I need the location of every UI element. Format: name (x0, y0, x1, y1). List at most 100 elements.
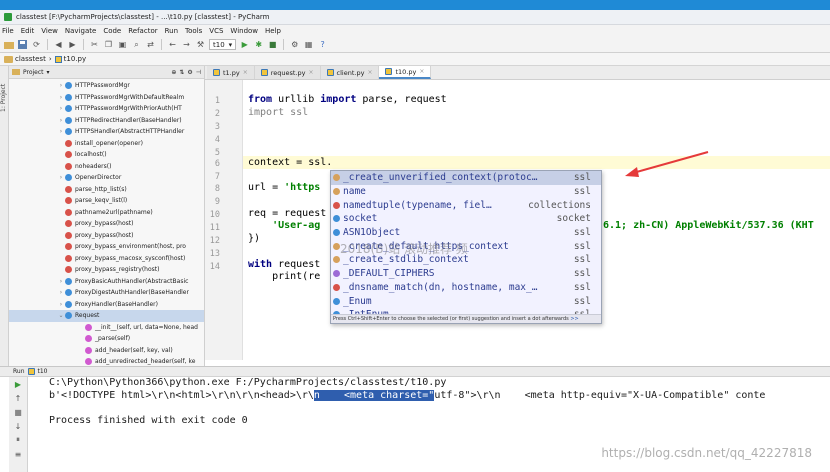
soft-wrap-icon[interactable]: ≡ (13, 449, 23, 459)
scroll-down-icon[interactable]: ↓ (13, 421, 23, 431)
nav-back-icon[interactable]: ← (167, 39, 178, 50)
project-structure-icon[interactable]: ▦ (303, 39, 314, 50)
completion-item[interactable]: socket socket (331, 212, 601, 226)
expand-arrow-icon[interactable]: › (57, 128, 65, 135)
tab-request[interactable]: request.py × (254, 66, 321, 79)
expand-arrow-icon[interactable]: › (57, 174, 65, 181)
settings-icon[interactable]: ⚙ (289, 39, 300, 50)
scroll-up-icon[interactable]: ↑ (13, 393, 23, 403)
menu-tools[interactable]: Tools (185, 27, 202, 35)
gear-icon[interactable]: ⚙ (187, 69, 192, 76)
locate-icon[interactable]: ⊕ (171, 69, 176, 76)
run-config-select[interactable]: t10 ▾ (209, 39, 237, 50)
expand-arrow-icon[interactable]: › (57, 105, 65, 112)
expand-arrow-icon[interactable]: › (57, 278, 65, 285)
nav-forward-icon[interactable]: → (181, 39, 192, 50)
pause-icon[interactable]: ⏸ (13, 435, 23, 445)
menu-file[interactable]: File (2, 27, 14, 35)
chevron-down-icon[interactable]: ▾ (47, 69, 50, 76)
expand-arrow-icon[interactable]: › (57, 289, 65, 296)
cut-icon[interactable]: ✂ (89, 39, 100, 50)
project-view-selector[interactable]: Project (23, 69, 44, 76)
completion-item[interactable]: _create_unverified_context(protoc… ssl (331, 171, 601, 185)
build-icon[interactable]: ⚒ (195, 39, 206, 50)
forward-icon[interactable]: ▶ (67, 39, 78, 50)
copy-icon[interactable]: ❐ (103, 39, 114, 50)
collapse-icon[interactable]: ⇅ (179, 69, 184, 76)
find-icon[interactable]: ⌕ (131, 39, 142, 50)
tree-item[interactable]: › HTTPPasswordMgrWithPriorAuth(HT (9, 103, 204, 115)
completion-item[interactable]: _dnsname_match(dn, hostname, max_… ssl (331, 281, 601, 295)
tree-item[interactable]: pathname2url(pathname) (9, 207, 204, 219)
tree-item[interactable]: proxy_bypass_registry(host) (9, 264, 204, 276)
expand-arrow-icon[interactable]: ⌄ (57, 312, 65, 319)
breadcrumb-file[interactable]: t10.py (54, 55, 86, 63)
menu-vcs[interactable]: VCS (209, 27, 223, 35)
menu-edit[interactable]: Edit (21, 27, 35, 35)
tree-item[interactable]: install_opener(opener) (9, 138, 204, 150)
debug-icon[interactable]: ✱ (253, 39, 264, 50)
menu-code[interactable]: Code (103, 27, 121, 35)
tab-t1[interactable]: t1.py × (207, 66, 255, 79)
tree-item[interactable]: add_unredirected_header(self, ke (9, 356, 204, 366)
sync-icon[interactable]: ⟳ (31, 39, 42, 50)
tree-item[interactable]: › HTTPSHandler(AbstractHTTPHandler (9, 126, 204, 138)
close-icon[interactable]: × (419, 68, 424, 75)
completion-item[interactable]: name ssl (331, 185, 601, 199)
expand-arrow-icon[interactable]: › (57, 117, 65, 124)
replace-icon[interactable]: ⇄ (145, 39, 156, 50)
tree-item[interactable]: add_header(self, key, val) (9, 345, 204, 357)
tree-item[interactable]: proxy_bypass(host) (9, 218, 204, 230)
tree-item[interactable]: __init__(self, url, data=None, head (9, 322, 204, 334)
completion-item[interactable]: _DEFAULT_CIPHERS ssl (331, 267, 601, 281)
back-icon[interactable]: ◀ (53, 39, 64, 50)
tree-item[interactable]: › ProxyBasicAuthHandler(AbstractBasic (9, 276, 204, 288)
expand-arrow-icon[interactable]: › (57, 82, 65, 89)
tree-item[interactable]: proxy_bypass_macosx_sysconf(host) (9, 253, 204, 265)
rerun-icon[interactable]: ▶ (13, 379, 23, 389)
tree-item[interactable]: › ProxyDigestAuthHandler(BaseHandler (9, 287, 204, 299)
completion-item[interactable]: _Enum ssl (331, 294, 601, 308)
help-icon[interactable]: ? (317, 39, 328, 50)
tree-item[interactable]: › ProxyHandler(BaseHandler) (9, 299, 204, 311)
tree-item[interactable]: parse_keqv_list(l) (9, 195, 204, 207)
project-tool-button[interactable]: 1: Project (0, 72, 7, 112)
tab-client[interactable]: client.py × (320, 66, 380, 79)
run-icon[interactable]: ▶ (239, 39, 250, 50)
completion-hint-link[interactable]: >> (570, 316, 578, 322)
menu-view[interactable]: View (41, 27, 58, 35)
tree-item[interactable]: › HTTPPasswordMgr (9, 80, 204, 92)
menu-navigate[interactable]: Navigate (65, 27, 96, 35)
expand-arrow-icon[interactable]: › (57, 301, 65, 308)
run-tab-label[interactable]: Run (13, 368, 25, 375)
close-icon[interactable]: × (309, 69, 314, 76)
tree-item[interactable]: › OpenerDirector (9, 172, 204, 184)
close-icon[interactable]: × (243, 69, 248, 76)
run-console[interactable]: C:\Python\Python366\python.exe F:/Pychar… (28, 377, 830, 472)
tree-item[interactable]: › HTTPPasswordMgrWithDefaultRealm (9, 92, 204, 104)
completion-item[interactable]: namedtuple(typename, fiel… collections (331, 198, 601, 212)
paste-icon[interactable]: ▣ (117, 39, 128, 50)
tree-item[interactable]: _parse(self) (9, 333, 204, 345)
stop-icon[interactable]: ■ (13, 407, 23, 417)
tree-item[interactable]: noheaders() (9, 161, 204, 173)
tree-item[interactable]: proxy_bypass_environment(host, pro (9, 241, 204, 253)
breadcrumb-project[interactable]: classtest (4, 55, 46, 63)
close-icon[interactable]: × (367, 69, 372, 76)
menu-window[interactable]: Window (230, 27, 258, 35)
tab-t10[interactable]: t10.py × (379, 66, 432, 79)
tree-item[interactable]: proxy_bypass(host) (9, 230, 204, 242)
expand-arrow-icon[interactable]: › (57, 94, 65, 101)
completion-item[interactable]: ASN1Object ssl (331, 226, 601, 240)
menu-run[interactable]: Run (165, 27, 178, 35)
open-folder-icon[interactable] (3, 39, 14, 50)
menu-help[interactable]: Help (265, 27, 281, 35)
stop-icon[interactable]: ■ (267, 39, 278, 50)
tree-item[interactable]: localhost() (9, 149, 204, 161)
tree-item[interactable]: › HTTPRedirectHandler(BaseHandler) (9, 115, 204, 127)
menu-refactor[interactable]: Refactor (128, 27, 157, 35)
tree-item[interactable]: parse_http_list(s) (9, 184, 204, 196)
tree-item[interactable]: ⌄ Request (9, 310, 204, 322)
hide-icon[interactable]: ⊣ (196, 69, 201, 76)
save-all-icon[interactable] (17, 39, 28, 50)
